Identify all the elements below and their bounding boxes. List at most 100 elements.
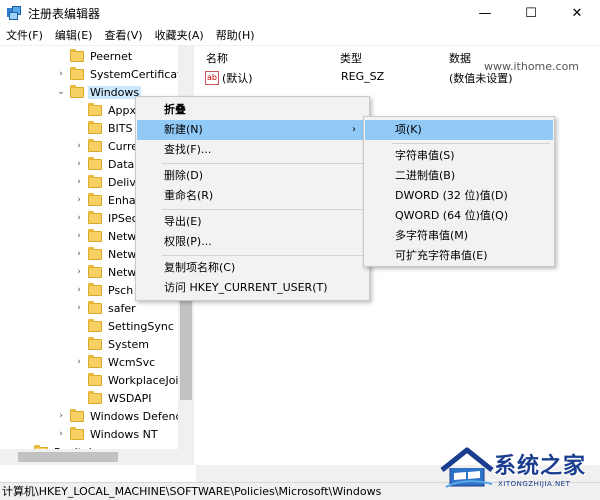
house-logo-icon [440,447,494,488]
tree-item[interactable]: › SystemCertificate [56,65,190,83]
tree-item[interactable]: › Deliv [74,173,138,191]
expand-chevron-icon[interactable]: › [74,173,84,191]
menu-file[interactable]: 文件(F) [0,26,49,46]
submenu-item[interactable]: QWORD (64 位)值(Q) [365,206,553,226]
tree-item[interactable]: WorkplaceJoi [74,371,180,389]
tree-item-label: SettingSync [108,319,174,333]
tree-item-label: Windows [88,85,142,99]
context-menu-item-label: 查找(F)... [164,143,212,156]
maximize-button[interactable]: ☐ [508,0,554,26]
tree-item[interactable]: System [74,335,151,353]
column-header-name[interactable]: 名称 [206,50,228,66]
context-menu-item[interactable]: 删除(D) [137,166,368,186]
expand-chevron-icon[interactable]: › [74,209,84,227]
column-header-type[interactable]: 类型 [340,50,362,66]
expand-chevron-icon[interactable]: › [56,425,66,443]
expand-chevron-icon[interactable]: › [74,281,84,299]
tree-horizontal-scroll-thumb[interactable] [18,452,118,462]
tree-item[interactable]: Appx [74,101,138,119]
menu-view[interactable]: 查看(V) [98,26,148,46]
tree-item[interactable]: › Netw [74,227,138,245]
expand-chevron-icon [74,119,84,137]
tree-item[interactable]: SettingSync [74,317,176,335]
context-menu-item[interactable]: 查找(F)... [137,140,368,160]
logo-text: 系统之家 [494,454,587,479]
expand-chevron-icon[interactable]: › [74,191,84,209]
expand-chevron-icon[interactable]: › [74,227,84,245]
tree-item[interactable]: › Windows Defend [56,407,184,425]
tree-item-label: SystemCertificate [90,67,189,81]
folder-icon [88,246,102,260]
expand-chevron-icon[interactable]: › [74,353,84,371]
submenu-item[interactable]: 二进制值(B) [365,166,553,186]
tree-item-label: Data [108,157,135,171]
tree-item[interactable]: ⌄ Windows [56,83,142,101]
submenu-item[interactable]: 可扩充字符串值(E) [365,246,553,266]
tree-item-label: safer [108,301,136,315]
expand-chevron-icon[interactable]: › [56,407,66,425]
tree-item[interactable]: › IPSec [74,209,140,227]
expand-chevron-icon [74,389,84,407]
menu-favorites[interactable]: 收藏夹(A) [149,26,210,46]
minimize-button[interactable]: — [462,0,508,26]
submenu-item[interactable]: 字符串值(S) [365,146,553,166]
expand-chevron-icon[interactable]: › [74,137,84,155]
submenu-item[interactable]: DWORD (32 位)值(D) [365,186,553,206]
tree-item[interactable]: › Netw [74,245,138,263]
tree-item-label: Peernet [90,49,133,63]
tree-item[interactable]: BITS [74,119,135,137]
submenu-item[interactable]: 项(K) [365,120,553,140]
close-button[interactable]: ✕ [554,0,600,26]
context-menu-item-label: 新建(N) [164,123,203,136]
context-menu-item[interactable]: 访问 HKEY_CURRENT_USER(T) [137,278,368,298]
expand-chevron-icon[interactable]: › [74,299,84,317]
tree-item[interactable]: › Psch [74,281,135,299]
folder-icon [88,300,102,314]
tree-item[interactable]: › Netw [74,263,138,281]
tree-item[interactable]: › safer [74,299,138,317]
menu-separator [162,255,367,256]
context-menu-item-label: 删除(D) [164,169,204,182]
menu-separator [162,163,367,164]
expand-chevron-icon[interactable]: › [74,245,84,263]
tree-item-label: Netw [108,265,137,279]
collapse-chevron-icon[interactable]: ⌄ [56,83,66,101]
menu-edit[interactable]: 编辑(E) [49,26,99,46]
tree-item-label: Windows Defend [90,409,183,423]
context-menu-item-label: 重命名(R) [164,189,214,202]
folder-icon [70,426,84,440]
title-bar: 注册表编辑器 — ☐ ✕ [0,0,600,26]
folder-icon [88,336,102,350]
tree-item[interactable]: › Enha [74,191,138,209]
menu-help[interactable]: 帮助(H) [210,26,261,46]
tree-item[interactable]: Peernet [56,47,134,65]
tree-item-label: BITS [108,121,133,135]
context-menu-item-label: 复制项名称(C) [164,261,236,274]
logo-subtext: XITONGZHIJIA.NET [498,480,571,488]
context-menu-item[interactable]: 导出(E) [137,212,368,232]
tree-item[interactable]: WSDAPI [74,389,154,407]
context-menu-item[interactable]: 复制项名称(C) [137,258,368,278]
folder-icon [70,48,84,62]
folder-icon [70,84,84,98]
tree-item[interactable]: › Data [74,155,136,173]
context-menu-item[interactable]: 折叠 [137,100,368,120]
expand-chevron-icon[interactable]: › [56,65,66,83]
tree-item[interactable]: › Windows NT [56,425,160,443]
tree-item-label: Netw [108,229,137,243]
folder-icon [88,390,102,404]
context-menu-item[interactable]: 权限(P)... [137,232,368,252]
tree-item[interactable]: › WcmSvc [74,353,157,371]
context-menu-item[interactable]: 新建(N) › [137,120,368,140]
tree-item-label: Windows NT [90,427,158,441]
submenu-arrow-icon: › [352,124,356,135]
tree-item[interactable]: › Curre [74,137,140,155]
submenu-item[interactable]: 多字符串值(M) [365,226,553,246]
value-row-name[interactable]: (默认) [222,70,253,88]
column-header-data[interactable]: 数据 [449,50,471,66]
regedit-app-icon [6,5,22,21]
expand-chevron-icon[interactable]: › [74,263,84,281]
context-menu-item[interactable]: 重命名(R) [137,186,368,206]
expand-chevron-icon[interactable]: › [74,155,84,173]
context-menu-item-label: 导出(E) [164,215,202,228]
